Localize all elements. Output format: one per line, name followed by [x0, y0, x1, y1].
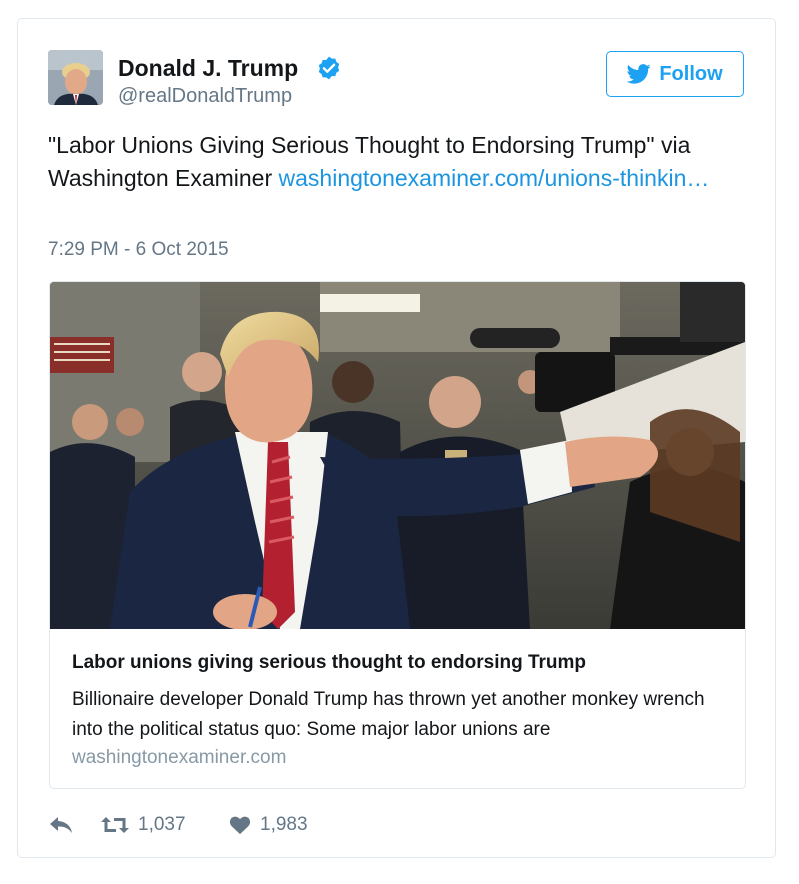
- retweet-icon: [101, 817, 129, 833]
- author-name[interactable]: Donald J. Trump: [118, 55, 298, 82]
- like-button[interactable]: 1,983: [228, 814, 308, 836]
- tweet-card: Donald J. Trump @realDonaldTrump Follow …: [17, 18, 776, 858]
- card-title: Labor unions giving serious thought to e…: [72, 652, 587, 673]
- reply-icon: [50, 817, 72, 833]
- news-photo: [50, 282, 745, 629]
- follow-button-label: Follow: [659, 62, 723, 85]
- twitter-bird-icon: [627, 64, 651, 84]
- card-domain: washingtonexaminer.com: [72, 747, 287, 768]
- tweet-timestamp[interactable]: 7:29 PM - 6 Oct 2015: [48, 239, 229, 261]
- reply-button[interactable]: [48, 815, 100, 835]
- heart-icon: [229, 816, 251, 835]
- card-description: Billionaire developer Donald Trump has t…: [72, 689, 705, 740]
- tweet-text: "Labor Unions Giving Serious Thought to …: [48, 129, 748, 195]
- retweet-count: 1,037: [138, 814, 186, 835]
- like-count: 1,983: [260, 814, 308, 835]
- verified-badge-icon: [318, 56, 340, 80]
- tweet-link[interactable]: washingtonexaminer.com/unions-thinkin…: [279, 165, 710, 191]
- avatar[interactable]: [48, 50, 103, 105]
- tweet-actions: 1,037 1,983: [48, 809, 308, 841]
- retweet-button[interactable]: 1,037: [100, 814, 228, 836]
- author-handle[interactable]: @realDonaldTrump: [118, 85, 292, 108]
- card-image[interactable]: [50, 282, 745, 629]
- avatar-photo: [48, 50, 103, 105]
- follow-button[interactable]: Follow: [606, 51, 744, 97]
- link-preview-card[interactable]: Labor unions giving serious thought to e…: [49, 281, 746, 789]
